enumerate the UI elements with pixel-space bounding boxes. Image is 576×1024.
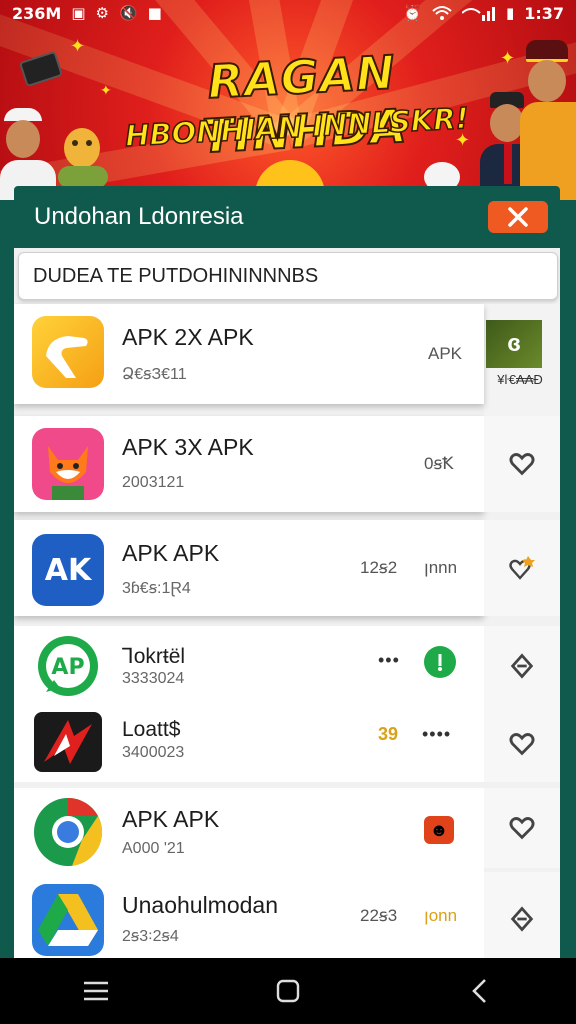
- app-meta: 3ɓ€ꞩ:1Ɽ4: [122, 580, 191, 597]
- drive-icon: [32, 884, 104, 956]
- close-icon: [508, 207, 528, 227]
- heart-icon: [509, 817, 535, 840]
- battery-icon: ▮: [505, 4, 515, 22]
- person-illustration: [520, 40, 576, 200]
- status-bar: 236M ▣ ⚙ 🔇 ■ ⏰ ▮ 1:37: [0, 0, 576, 26]
- app-tag: ꞁonn: [424, 906, 458, 925]
- app-meta: 3333024: [122, 670, 185, 687]
- heart-icon: [509, 733, 535, 756]
- diamond-icon: [510, 653, 534, 679]
- mascot-illustration: [58, 128, 108, 188]
- app-size: 22ꞩ3: [360, 906, 398, 925]
- search-value: DUDEA TE PUTDOHININNNBS: [33, 264, 319, 287]
- hand-pointer-icon: [32, 316, 104, 388]
- app-tag: APK: [428, 344, 463, 363]
- app-name: Ꞁokrŧël: [122, 645, 186, 668]
- settings-icon: ⚙: [95, 4, 109, 22]
- list-item[interactable]: APK APK A000 '21 ☻: [14, 794, 484, 874]
- svg-text:AK: AK: [45, 553, 93, 588]
- app-list-dialog: Undohan Ldonresia DUDEA TE PUTDOHININNNB…: [14, 186, 560, 966]
- app-meta: 2ꞩ3꞉2ꞩ4: [122, 928, 179, 945]
- back-button[interactable]: [450, 971, 510, 1011]
- menu-icon: [84, 981, 108, 1001]
- alarm-icon: ⏰: [403, 4, 422, 22]
- emoji-button[interactable]: ☻: [424, 816, 454, 844]
- list-item[interactable]: APK 2X APK Ձ€ꞩЗ€11 APK: [14, 304, 484, 404]
- gallery-icon: ▣: [71, 4, 86, 22]
- wifi-icon: [432, 6, 452, 20]
- svg-text:AP: AP: [51, 655, 84, 680]
- app-meta: 2003121: [122, 474, 185, 491]
- favorite-button[interactable]: [484, 706, 560, 782]
- recent-apps-button[interactable]: [66, 971, 126, 1011]
- dialog-header: Undohan Ldonresia: [14, 186, 560, 248]
- clock: 1:37: [524, 3, 564, 23]
- more-options[interactable]: •••: [378, 650, 400, 671]
- app-name: APK APK: [122, 540, 220, 566]
- sparkle-icon: ✦: [70, 36, 86, 56]
- home-button[interactable]: [258, 971, 318, 1011]
- list-item[interactable]: APK 3X APK 2003121 0ꞩꝀ: [14, 416, 484, 512]
- sparkle-icon: ✦: [100, 82, 112, 98]
- favorite-button[interactable]: [484, 520, 560, 616]
- options-button[interactable]: [484, 872, 560, 966]
- app-meta: Ձ€ꞩЗ€11: [122, 366, 187, 383]
- list-item[interactable]: Unaohulmodan 2ꞩ3꞉2ꞩ4 22ꞩ3 ꞁonn: [14, 880, 484, 960]
- app-name: Loatt$: [122, 718, 181, 741]
- home-icon: [276, 979, 300, 1003]
- app-meta: 3400023: [122, 744, 185, 761]
- list-item[interactable]: AK APK APK 3ɓ€ꞩ:1Ɽ4 12ꞩ2 ꞁnnn: [14, 520, 484, 616]
- list-item[interactable]: AP Ꞁokrŧël 3333024 •••: [14, 632, 484, 704]
- app-size: 12ꞩ2: [360, 558, 398, 577]
- ap-chat-icon: AP: [32, 632, 104, 704]
- carrier-label: 236M: [12, 3, 62, 23]
- signal-icon: [461, 7, 495, 21]
- notification-icon: ■: [147, 4, 162, 22]
- navigation-bar: [0, 958, 576, 1024]
- close-button[interactable]: [488, 201, 548, 233]
- search-input[interactable]: DUDEA TE PUTDOHININNNBS: [18, 252, 558, 300]
- list-item[interactable]: Loatt$ 3400023 39 ••••: [14, 708, 484, 780]
- options-button[interactable]: [484, 626, 560, 706]
- app-name: APK 2X APK: [122, 324, 254, 350]
- ak-logo-icon: AK: [32, 534, 104, 606]
- favorite-button[interactable]: [484, 416, 560, 512]
- more-options[interactable]: ••••: [422, 724, 451, 745]
- app-tag: ꞁnnn: [424, 558, 458, 577]
- app-name: APK 3X APK: [122, 434, 254, 460]
- mute-icon: 🔇: [118, 4, 138, 22]
- heart-badge-icon: [509, 556, 535, 580]
- promo-banner[interactable]: ✦ ✦ ✦ ✦ RAGAN TINHDA HBONHIAN INNLSKR!: [0, 0, 576, 200]
- app-meta: A000 '21: [122, 840, 185, 857]
- app-name: Unaohulmodan: [122, 892, 279, 918]
- download-button[interactable]: [424, 646, 456, 678]
- fox-icon: [32, 428, 104, 500]
- back-icon: [472, 979, 486, 1003]
- chrome-icon: [32, 796, 104, 868]
- rail-label: ¥ŀ€₳₳Ð: [497, 372, 543, 387]
- emoji-icon: ☻: [429, 819, 449, 840]
- app-tag: 0ꞩꝀ: [424, 454, 454, 473]
- sparkle-icon: ✦: [500, 48, 516, 68]
- app-name: APK APK: [122, 806, 220, 832]
- dialog-title: Undohan Ldonresia: [34, 203, 244, 230]
- favorite-button[interactable]: [484, 788, 560, 868]
- download-icon: [438, 654, 442, 671]
- heart-icon: [509, 453, 535, 476]
- phone-illustration: [18, 50, 64, 88]
- app-thumbnail-icon[interactable]: ɞ: [486, 320, 542, 368]
- red-logo-icon: [34, 712, 102, 772]
- app-rating: 39: [378, 724, 399, 744]
- diamond-icon: [510, 906, 534, 932]
